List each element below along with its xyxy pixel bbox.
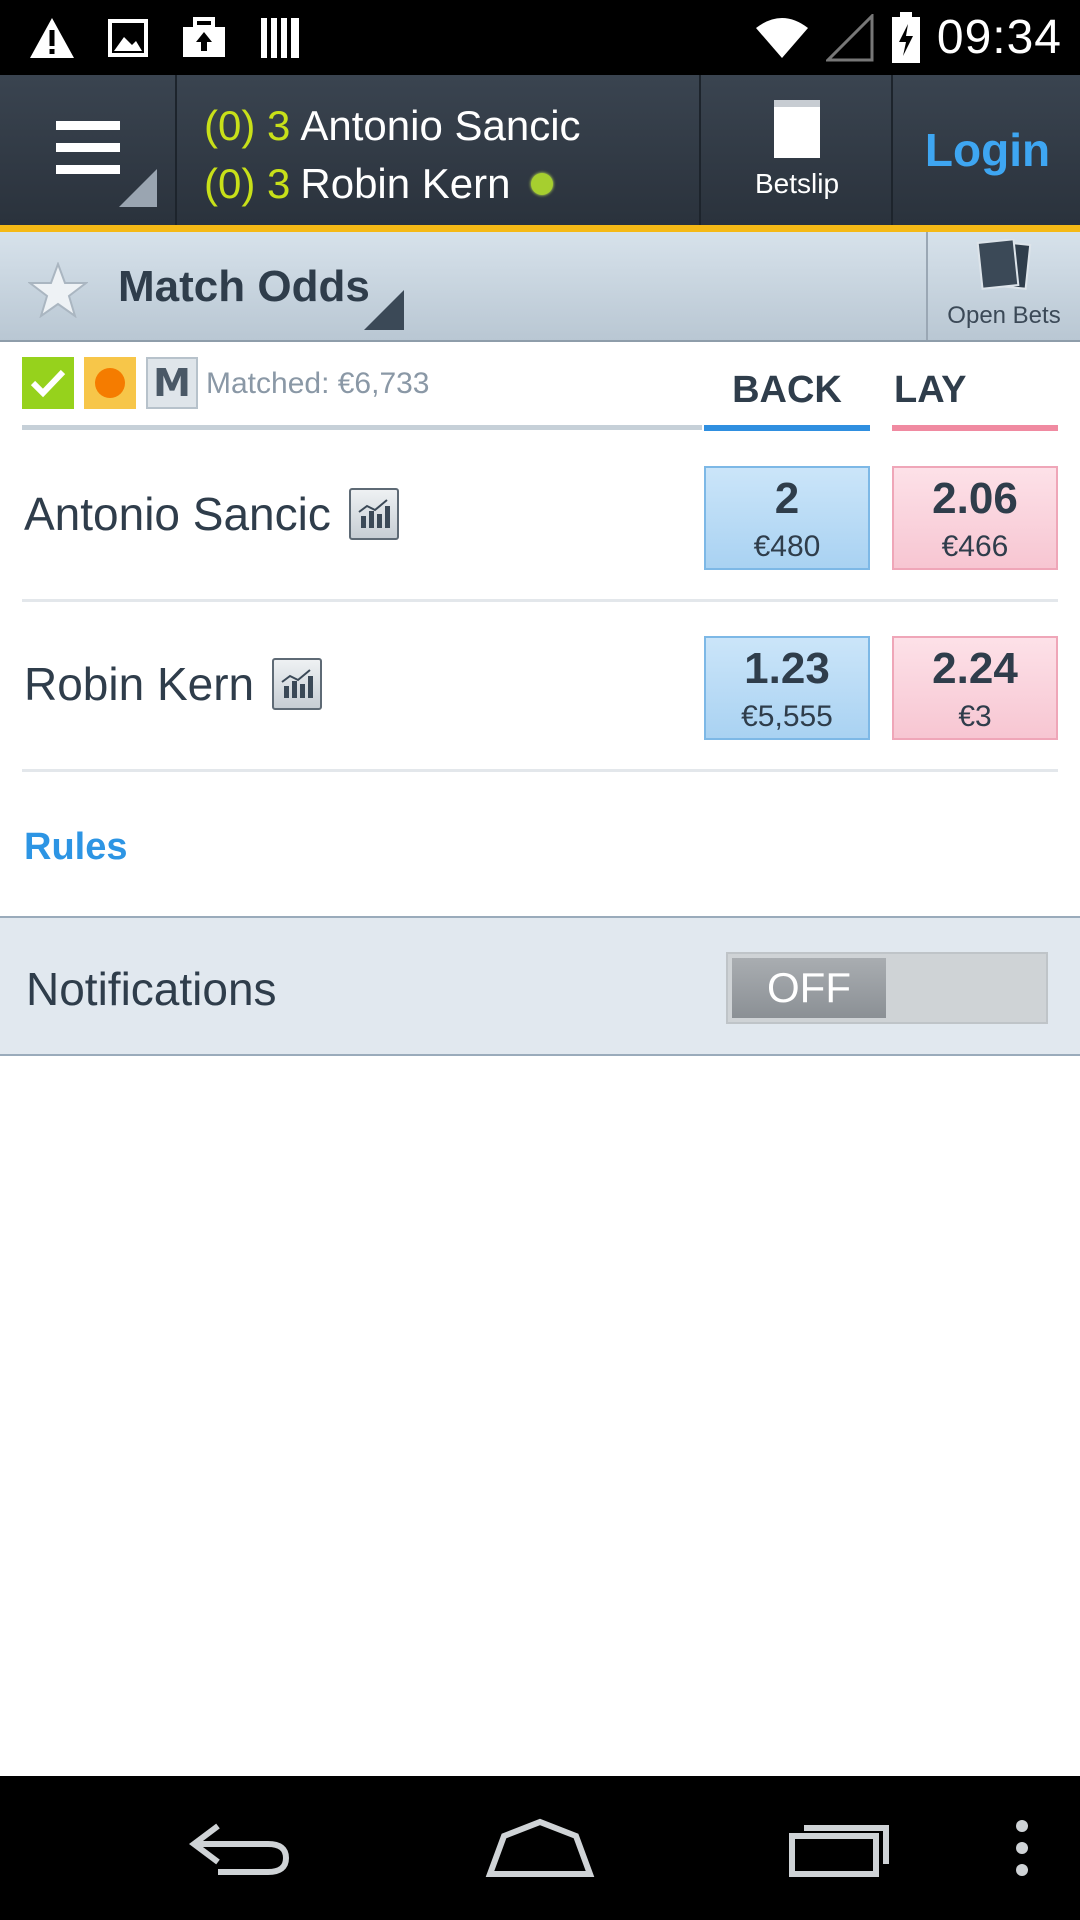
notifications-toggle[interactable]: OFF — [726, 952, 1048, 1024]
runner-name-text: Antonio Sancic — [24, 488, 331, 540]
market-info-row: M Matched: €6,733 BACK LAY — [22, 357, 1058, 431]
market-selector[interactable]: Match Odds — [118, 262, 370, 312]
betslip-button[interactable]: Betslip — [703, 75, 893, 225]
lay-odds: 2.06 — [932, 474, 1018, 523]
lay-column-header: LAY — [894, 369, 967, 411]
scoreboard[interactable]: (0) 3 Antonio Sancic (0) 3 Robin Kern — [179, 75, 701, 225]
lay-stake: €3 — [958, 700, 992, 733]
price-chart-icon[interactable] — [348, 488, 399, 540]
overflow-menu-icon[interactable] — [1000, 1776, 1044, 1920]
betslip-label: Betslip — [754, 168, 840, 199]
lay-odds: 2.24 — [932, 644, 1018, 693]
runner-row: Antonio Sancic 2 €480 2.06 €466 — [22, 432, 1058, 602]
lay-underline — [892, 425, 1058, 431]
runner-row: Robin Kern 1.23 €5,555 2.24 €3 — [22, 602, 1058, 772]
open-bets-label: Open Bets — [947, 302, 1061, 329]
back-icon[interactable] — [180, 1776, 300, 1920]
back-price-button[interactable]: 2 €480 — [704, 466, 870, 570]
menu-corner-triangle-icon — [119, 169, 157, 207]
image-icon — [104, 14, 152, 62]
back-column-header: BACK — [732, 369, 842, 411]
app-header: (0) 3 Antonio Sancic (0) 3 Robin Kern Be… — [0, 75, 1080, 232]
lay-price-button[interactable]: 2.24 €3 — [892, 636, 1058, 740]
open-bets-icon — [976, 238, 1032, 296]
open-bets-button[interactable]: Open Bets — [926, 232, 1080, 340]
back-odds: 2 — [774, 474, 800, 523]
back-stake: €5,555 — [741, 700, 833, 733]
player-2-score: (0) 3 — [204, 160, 291, 207]
runner-name-text: Robin Kern — [24, 658, 255, 710]
notifications-row: Notifications OFF — [0, 916, 1080, 1056]
status-bar: 09:34 — [0, 0, 1080, 75]
runner-name: Robin Kern — [24, 657, 323, 711]
favourite-star-icon[interactable] — [27, 261, 89, 319]
matched-amount: Matched: €6,733 — [206, 367, 430, 400]
player-1-name: Antonio Sancic — [300, 102, 581, 149]
betslip-icon — [774, 100, 820, 158]
status-clock: 09:34 — [936, 11, 1062, 64]
serving-ball-icon — [530, 173, 553, 195]
lay-price-button[interactable]: 2.06 €466 — [892, 466, 1058, 570]
rules-link[interactable]: Rules — [24, 826, 127, 869]
runner-name: Antonio Sancic — [24, 487, 399, 541]
system-nav-bar — [0, 1776, 1080, 1920]
dropdown-triangle-icon[interactable] — [364, 290, 404, 330]
cash-out-icon — [84, 357, 136, 409]
price-chart-icon[interactable] — [272, 658, 323, 710]
back-odds: 1.23 — [744, 644, 830, 693]
score-line-player-2: (0) 3 Robin Kern — [204, 155, 699, 213]
score-line-player-1: (0) 3 Antonio Sancic — [204, 97, 699, 155]
login-button[interactable]: Login — [895, 75, 1080, 225]
back-price-button[interactable]: 1.23 €5,555 — [704, 636, 870, 740]
warning-icon — [28, 14, 76, 62]
market-header: Match Odds Open Bets — [0, 232, 1080, 342]
menu-button[interactable] — [0, 75, 177, 225]
divider — [22, 425, 702, 430]
briefcase-upload-icon — [180, 14, 228, 62]
hamburger-menu-icon — [55, 120, 120, 180]
wifi-icon — [753, 14, 811, 62]
player-2-name: Robin Kern — [300, 160, 511, 207]
in-play-check-icon — [22, 357, 74, 409]
multiples-icon: M — [146, 357, 198, 409]
toggle-knob: OFF — [732, 958, 886, 1018]
recent-apps-icon[interactable] — [780, 1776, 900, 1920]
battery-charging-icon — [889, 11, 923, 63]
back-underline — [704, 425, 870, 431]
player-1-score: (0) 3 — [204, 102, 291, 149]
barcode-icon — [256, 14, 304, 62]
back-stake: €480 — [753, 530, 821, 563]
lay-stake: €466 — [941, 530, 1009, 563]
home-icon[interactable] — [480, 1776, 600, 1920]
notifications-label: Notifications — [26, 963, 277, 1015]
cell-signal-icon — [825, 13, 875, 62]
